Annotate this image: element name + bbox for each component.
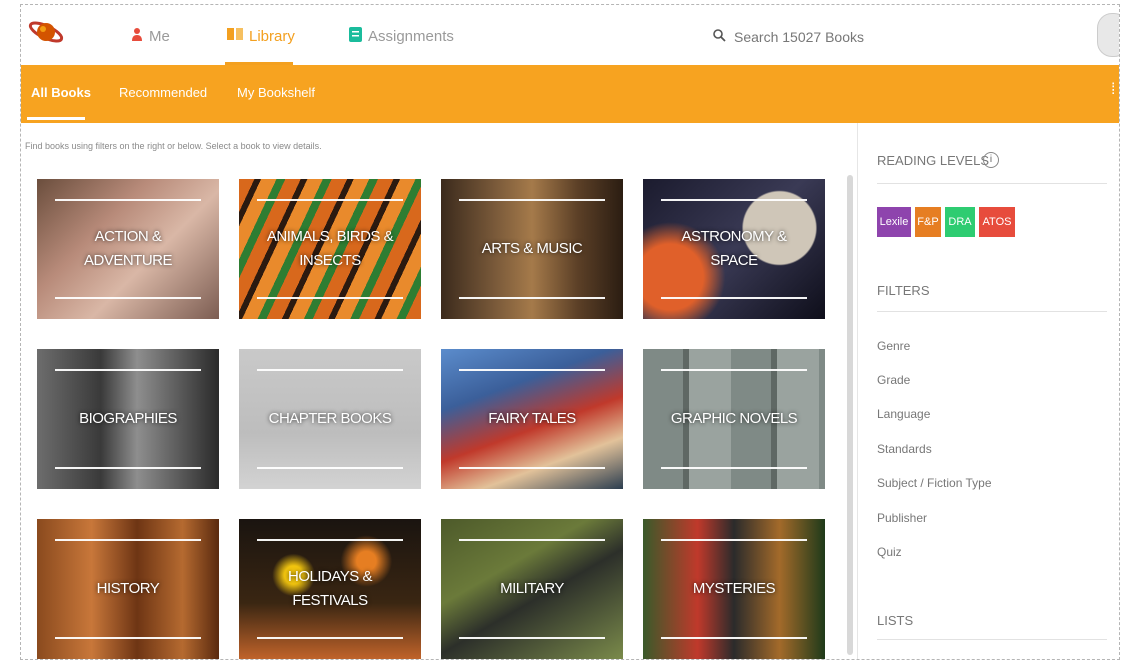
filters-title: FILTERS	[877, 283, 930, 298]
nav-library[interactable]: Library	[227, 23, 295, 49]
search-bar[interactable]: Search 15027 Books	[713, 25, 1093, 49]
search-input[interactable]: Search 15027 Books	[734, 29, 864, 45]
divider	[877, 639, 1107, 640]
app-window: Me Library Assignments Search 15027 Book…	[20, 4, 1120, 660]
category-tile-history[interactable]: History	[37, 519, 219, 659]
tab-recommended[interactable]: Recommended	[119, 85, 207, 100]
avatar[interactable]	[1097, 13, 1119, 57]
scrollbar[interactable]	[847, 175, 853, 655]
level-dra-button[interactable]: DRA	[945, 207, 975, 237]
filter-quiz[interactable]: Quiz	[877, 545, 902, 559]
tab-my-bookshelf[interactable]: My Bookshelf	[237, 85, 315, 100]
clipboard-icon	[349, 26, 362, 46]
filter-language[interactable]: Language	[877, 407, 930, 421]
reading-levels-title: READING LEVELS	[877, 153, 989, 168]
person-icon	[131, 27, 143, 45]
category-tile-astronomy-space[interactable]: Astronomy & Space	[643, 179, 825, 319]
level-lexile-button[interactable]: Lexile	[877, 207, 911, 237]
divider	[877, 183, 1107, 184]
category-tile-military[interactable]: Military	[441, 519, 623, 659]
category-tile-action-adventure[interactable]: Action & Adventure	[37, 179, 219, 319]
nav-me[interactable]: Me	[131, 23, 170, 49]
search-icon	[713, 29, 726, 45]
saturn-logo-icon[interactable]	[27, 17, 65, 47]
level-atos-button[interactable]: ATOS	[979, 207, 1015, 237]
nav-assignments-label: Assignments	[368, 27, 454, 45]
category-tile-graphic-novels[interactable]: Graphic Novels	[643, 349, 825, 489]
category-tile-arts-music[interactable]: Arts & Music	[441, 179, 623, 319]
tab-active-indicator	[27, 117, 85, 120]
filter-subject-fiction-type[interactable]: Subject / Fiction Type	[877, 476, 992, 490]
subnav-band: All Books Recommended My Bookshelf ⁞	[21, 65, 1119, 123]
filter-toggle-icon[interactable]: ⁞	[1111, 81, 1119, 107]
lists-title: LISTS	[877, 613, 914, 628]
nav-me-label: Me	[149, 27, 170, 45]
divider	[877, 311, 1107, 312]
category-tile-animals-birds-insects[interactable]: Animals, Birds & Insects	[239, 179, 421, 319]
level-fp-button[interactable]: F&P	[915, 207, 941, 237]
divider	[857, 123, 858, 659]
filter-publisher[interactable]: Publisher	[877, 511, 927, 525]
tab-all-books[interactable]: All Books	[31, 85, 91, 100]
category-tile-fairy-tales[interactable]: Fairy Tales	[441, 349, 623, 489]
category-tile-biographies[interactable]: Biographies	[37, 349, 219, 489]
info-icon[interactable]: i	[983, 152, 999, 168]
filter-genre[interactable]: Genre	[877, 339, 910, 353]
nav-assignments[interactable]: Assignments	[349, 23, 454, 49]
book-icon	[227, 27, 243, 45]
filter-grade[interactable]: Grade	[877, 373, 910, 387]
top-header: Me Library Assignments Search 15027 Book…	[21, 5, 1119, 65]
nav-library-label: Library	[249, 27, 295, 45]
filter-standards[interactable]: Standards	[877, 442, 932, 456]
category-tile-holidays-festivals[interactable]: Holidays & Festivals	[239, 519, 421, 659]
category-tile-chapter-books[interactable]: Chapter Books	[239, 349, 421, 489]
category-tile-mysteries[interactable]: Mysteries	[643, 519, 825, 659]
browse-hint: Find books using filters on the right or…	[25, 141, 322, 151]
